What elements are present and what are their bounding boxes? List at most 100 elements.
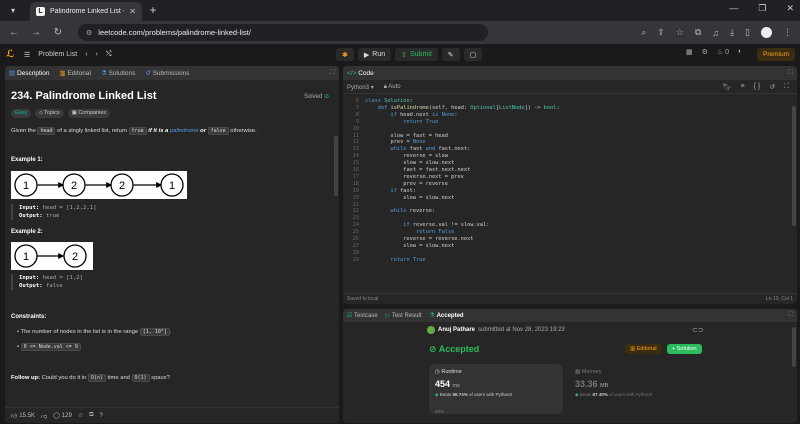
runtime-label: Runtime [441, 369, 462, 375]
topics-tag[interactable]: ⌂ Topics [35, 109, 64, 118]
minimize-icon[interactable]: — [729, 3, 738, 14]
profile-avatar[interactable] [761, 27, 772, 38]
notes-button[interactable]: ✎ [441, 48, 460, 61]
input-label: Input: [19, 275, 40, 281]
chip-icon: ▩ [575, 369, 581, 375]
fullscreen-icon[interactable]: ⛶ [784, 83, 789, 91]
whiteboard-button[interactable]: ▢ [463, 48, 483, 61]
expand-panel-icon[interactable]: ⛶ [788, 69, 793, 77]
code-editor[interactable]: 6 class Solution: 7 def isPalindrome(self,… [343, 96, 797, 292]
search-icon[interactable]: ⌕ [641, 27, 646, 38]
prev-problem-icon[interactable]: ‹ [85, 51, 87, 58]
debug-button[interactable]: ✱ [336, 48, 354, 61]
line-number: 6 [355, 98, 359, 104]
format-icon[interactable]: ≡ [741, 83, 745, 91]
companies-tag[interactable]: ▣ Companies [67, 109, 111, 118]
tab-description[interactable]: ▤ Description [9, 69, 49, 77]
back-icon[interactable]: ← [8, 27, 20, 38]
next-problem-icon[interactable]: › [96, 51, 98, 58]
extensions-icon[interactable]: ⧉ [695, 27, 701, 38]
share-button[interactable]: ⧉ [89, 412, 93, 419]
output-value: false [45, 283, 63, 289]
expand-panel-icon[interactable]: ⛶ [330, 69, 335, 77]
settings-icon[interactable]: ⚙ [702, 48, 708, 56]
tab-submissions[interactable]: ↺ Submissions [145, 69, 189, 77]
favorite-button[interactable]: ☆ [78, 412, 83, 419]
accepted-label: Accepted [438, 344, 480, 354]
language-select[interactable]: Python3 ▾ [347, 84, 374, 91]
downloads-icon[interactable]: ⤓ [730, 27, 734, 38]
lock-icon: 🔒︎ [383, 84, 387, 90]
bookmark-icon[interactable]: 🔖︎ [723, 83, 732, 91]
random-problem-icon[interactable]: ⤭ [106, 51, 112, 59]
editorial-label: Editorial [636, 346, 657, 352]
like-button[interactable]: 👍︎ 15.5K [11, 412, 35, 420]
user-avatar-icon[interactable]: ◐ [738, 48, 742, 56]
runtime-card[interactable]: ◷ Runtime 454 ms ◆ Beats 96.74% of users… [429, 364, 563, 414]
problem-list-link[interactable]: Problem List [38, 51, 77, 58]
share-icon[interactable]: ⇪ [657, 27, 665, 38]
auto-mode[interactable]: 🔒︎ Auto [384, 84, 401, 91]
memory-card[interactable]: ▩ Memory 33.36 MB ◆ Beats 87.48% of user… [569, 364, 699, 414]
code-line: prev = None [365, 139, 426, 146]
browser-tab[interactable]: L Palindrome Linked List - LeetC ✕ [30, 2, 142, 21]
beats-percent: 96.74% [452, 392, 468, 397]
constraint-text: . [169, 329, 172, 335]
line-number: 17 [352, 173, 359, 180]
palindrome-link[interactable]: palindrome [170, 128, 199, 134]
reset-icon[interactable]: ↺ [769, 83, 775, 91]
side-panel-icon[interactable]: ▯ [745, 27, 750, 38]
site-info-icon[interactable]: ⚙ [86, 29, 92, 37]
bookmark-star-icon[interactable]: ☆ [676, 27, 684, 38]
maximize-icon[interactable]: ❐ [758, 3, 766, 14]
line-number: 26 [352, 236, 359, 242]
submitter-name[interactable]: Anuj Pathare [438, 327, 475, 333]
scrollbar[interactable] [792, 106, 796, 226]
dislike-button[interactable]: 👎︎ [41, 412, 47, 420]
tab-accepted[interactable]: ⚗ Accepted [430, 312, 464, 319]
output-label: Output: [19, 283, 43, 289]
submit-button[interactable]: ⇧ Submit [395, 48, 438, 61]
url-bar[interactable]: ⚙ leetcode.com/problems/palindrome-linke… [78, 24, 488, 41]
follow-up-code: O(n) [88, 374, 107, 382]
browser-toolbar-icons: ⌕ ⇪ ☆ ⧉ ♫ ⤓ ▯ ⋮ [641, 27, 792, 38]
input-value: head = [1,2] [42, 275, 84, 281]
add-solution-button[interactable]: + Solution [667, 344, 702, 354]
scrollbar[interactable] [792, 327, 796, 367]
tab-editorial[interactable]: ▥ Editorial [59, 69, 90, 77]
reload-icon[interactable]: ↻ [52, 27, 64, 38]
comments-button[interactable]: ◯ 129 [53, 412, 72, 420]
media-icon[interactable]: ♫ [712, 28, 719, 38]
help-button[interactable]: ? [99, 413, 102, 419]
close-tab-icon[interactable]: ✕ [129, 7, 136, 16]
fire-streak-icon[interactable]: ♨ 0 [717, 48, 729, 56]
close-window-icon[interactable]: ✕ [786, 3, 794, 14]
tab-solutions[interactable]: ⚗ Solutions [101, 69, 135, 77]
tab-code[interactable]: </> Code [347, 70, 374, 77]
premium-button[interactable]: Premium [756, 48, 795, 61]
browser-menu-icon[interactable]: ⋮ [783, 27, 792, 38]
tab-test-result[interactable]: ▷ Test Result [386, 312, 422, 319]
forward-icon[interactable]: → [30, 27, 42, 38]
tab-testcase[interactable]: ☑ Testcase [347, 312, 378, 319]
layout-icon[interactable]: ▦ [686, 48, 693, 56]
leetcode-logo-icon[interactable]: ℒ [6, 49, 16, 61]
expand-panel-icon[interactable]: ⛶ [789, 312, 793, 319]
tab-test-result-label: Test Result [391, 313, 422, 319]
distribution-axis-label: 60% [435, 409, 445, 414]
link-icon[interactable]: ⊂⊃ [692, 326, 704, 334]
run-button[interactable]: ▶ Run [357, 48, 392, 61]
runtime-value-row: 454 ms [435, 379, 557, 389]
new-tab-button[interactable]: + [146, 4, 160, 18]
result-panel: ☑ Testcase ▷ Test Result ⚗ Accepted ⛶ An… [343, 309, 797, 423]
code-line: if reverse.val != slow.val: [403, 222, 490, 229]
constraint-text: The number of nodes in the list is in th… [20, 329, 140, 335]
star-icon: ☆ [77, 413, 84, 419]
editor-toolbar: Python3 ▾ 🔒︎ Auto 🔖︎ ≡ { } ↺ ⛶ [343, 82, 797, 94]
braces-icon[interactable]: { } [754, 83, 761, 91]
editorial-button[interactable]: ▥ Editorial [625, 344, 662, 354]
line-number: 28 [352, 249, 359, 256]
thumbs-up-icon: 👍︎ [11, 413, 18, 420]
tab-search-icon[interactable]: ▾ [6, 4, 20, 18]
scrollbar[interactable] [334, 136, 338, 196]
